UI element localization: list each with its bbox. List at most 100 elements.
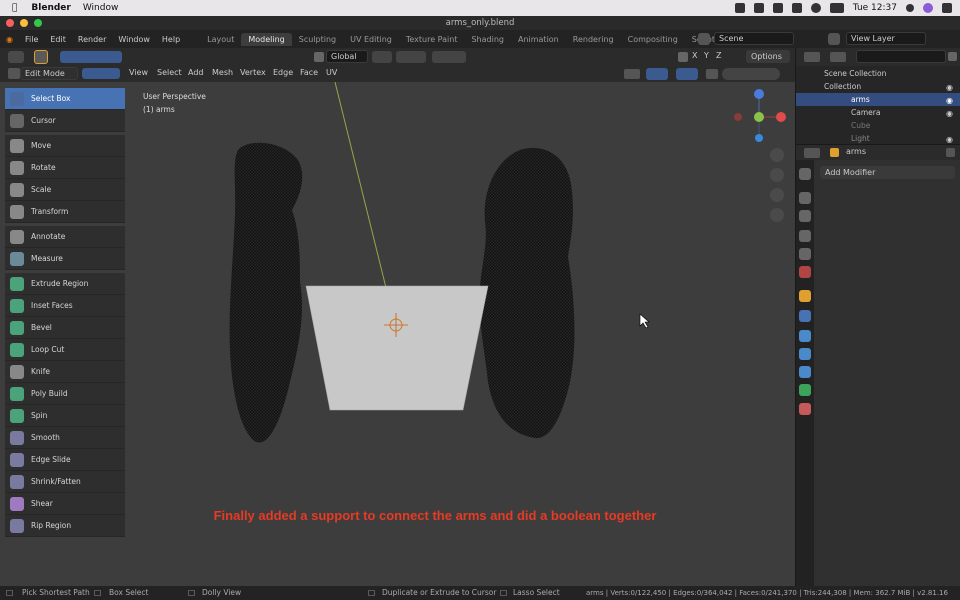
mesh-select-mode-icon[interactable] <box>82 68 120 79</box>
menu-file[interactable]: File <box>19 35 44 44</box>
constraints-tab-icon[interactable] <box>799 366 811 378</box>
transform-orientation-select[interactable]: Global <box>326 50 368 63</box>
visibility-eye-icon[interactable]: ◉ <box>946 96 953 105</box>
mode-icon[interactable] <box>8 68 20 79</box>
pin-icon[interactable] <box>946 148 955 157</box>
output-tab-icon[interactable] <box>799 210 811 222</box>
siri-icon[interactable] <box>923 3 933 13</box>
outliner-row[interactable]: arms <box>796 93 960 106</box>
snap-icon[interactable] <box>396 51 426 63</box>
status-icon-2[interactable] <box>753 3 764 13</box>
clock[interactable]: Tue 12:37 <box>853 3 897 13</box>
tool-tab-icon[interactable] <box>799 168 811 180</box>
zoom-window-icon[interactable] <box>34 19 42 27</box>
tab-sculpting[interactable]: Sculpting <box>292 33 343 46</box>
outliner-search-input[interactable] <box>856 50 946 63</box>
visibility-eye-icon[interactable]: ◉ <box>946 109 953 118</box>
menu-uv[interactable]: UV <box>326 68 337 77</box>
tool-scale[interactable]: Scale <box>5 179 125 201</box>
outliner-type-icon[interactable] <box>804 52 820 62</box>
scene-field[interactable]: Scene <box>714 32 794 45</box>
blender-logo-icon[interactable]: ◉ <box>0 35 19 44</box>
tool-move[interactable]: Move <box>5 135 125 157</box>
object-tab-icon[interactable] <box>799 290 811 302</box>
xray-icon[interactable] <box>706 69 718 79</box>
tool-inset-faces[interactable]: Inset Faces <box>5 295 125 317</box>
modifier-tab-icon[interactable] <box>799 310 811 322</box>
orientation-icon[interactable] <box>314 52 324 62</box>
gizmo-toggle-icon[interactable] <box>646 68 668 80</box>
tool-select-box[interactable]: Select Box <box>5 88 125 110</box>
zoom-icon[interactable] <box>770 148 784 162</box>
properties-type-icon[interactable] <box>804 148 820 158</box>
pivot-point-icon[interactable] <box>372 51 392 63</box>
ortho-grid-icon[interactable] <box>770 208 784 222</box>
mode-select[interactable]: Edit Mode <box>20 67 78 80</box>
outliner-row[interactable]: Collection <box>796 80 960 93</box>
tool-knife[interactable]: Knife <box>5 361 125 383</box>
tab-compositing[interactable]: Compositing <box>621 33 685 46</box>
particles-tab-icon[interactable] <box>799 330 811 342</box>
menu-help[interactable]: Help <box>156 35 186 44</box>
tool-shrink-fatten[interactable]: Shrink/Fatten <box>5 471 125 493</box>
menu-select[interactable]: Select <box>157 68 182 77</box>
tool-transform[interactable]: Transform <box>5 201 125 223</box>
render-tab-icon[interactable] <box>799 192 811 204</box>
outliner-row[interactable]: Camera <box>796 106 960 119</box>
battery-icon[interactable] <box>829 3 844 13</box>
menu-vertex[interactable]: Vertex <box>240 68 266 77</box>
tool-annotate[interactable]: Annotate <box>5 226 125 248</box>
options-button[interactable]: Options <box>746 50 790 63</box>
tool-loop-cut[interactable]: Loop Cut <box>5 339 125 361</box>
wifi-icon[interactable] <box>810 3 821 13</box>
tool-smooth[interactable]: Smooth <box>5 427 125 449</box>
scene-collection-row[interactable]: Scene Collection <box>796 67 960 80</box>
tab-modeling[interactable]: Modeling <box>241 32 292 46</box>
tool-cursor[interactable]: Cursor <box>5 110 125 132</box>
status-icon-3[interactable] <box>772 3 783 13</box>
add-modifier-dropdown[interactable]: Add Modifier <box>820 166 955 179</box>
minimize-window-icon[interactable] <box>20 19 28 27</box>
tab-uv-editing[interactable]: UV Editing <box>343 33 399 46</box>
tab-layout[interactable]: Layout <box>200 33 241 46</box>
tab-texture-paint[interactable]: Texture Paint <box>399 33 465 46</box>
select-mode-buttons[interactable] <box>60 51 122 63</box>
tool-measure[interactable]: Measure <box>5 248 125 270</box>
close-window-icon[interactable] <box>6 19 14 27</box>
editor-type-icon[interactable] <box>8 51 24 63</box>
status-icon-4[interactable] <box>791 3 802 13</box>
view-layer-tab-icon[interactable] <box>799 230 811 242</box>
mac-window-menu[interactable]: Window <box>83 3 119 13</box>
shading-mode-icons[interactable] <box>722 68 780 80</box>
tool-poly-build[interactable]: Poly Build <box>5 383 125 405</box>
menu-edit[interactable]: Edit <box>44 35 72 44</box>
outliner-row[interactable]: Cube <box>796 119 960 132</box>
status-icon-1[interactable] <box>734 3 745 13</box>
app-menu[interactable]: Blender <box>31 3 70 13</box>
physics-tab-icon[interactable] <box>799 348 811 360</box>
world-tab-icon[interactable] <box>799 266 811 278</box>
3d-viewport[interactable]: User Perspective (1) arms Select Box Curs… <box>0 82 795 586</box>
tool-extrude-region[interactable]: Extrude Region <box>5 273 125 295</box>
camera-view-icon[interactable] <box>770 188 784 202</box>
proportional-edit-icon[interactable] <box>432 51 466 63</box>
pan-hand-icon[interactable] <box>770 168 784 182</box>
tab-animation[interactable]: Animation <box>511 33 566 46</box>
visibility-eye-icon[interactable]: ◉ <box>946 135 953 144</box>
apple-icon[interactable]:  <box>12 3 17 13</box>
menu-render[interactable]: Render <box>72 35 112 44</box>
data-tab-icon[interactable] <box>799 384 811 396</box>
scene-tab-icon[interactable] <box>799 248 811 260</box>
tab-rendering[interactable]: Rendering <box>566 33 621 46</box>
tool-rotate[interactable]: Rotate <box>5 157 125 179</box>
menu-add[interactable]: Add <box>188 68 204 77</box>
material-tab-icon[interactable] <box>799 403 811 415</box>
axis-x[interactable]: X <box>692 51 697 60</box>
tool-spin[interactable]: Spin <box>5 405 125 427</box>
tool-bevel[interactable]: Bevel <box>5 317 125 339</box>
filter-icon[interactable] <box>948 52 957 61</box>
control-center-icon[interactable] <box>942 3 952 13</box>
display-mode-icon[interactable] <box>830 52 846 62</box>
visibility-icon[interactable] <box>624 69 640 79</box>
menu-edge[interactable]: Edge <box>273 68 293 77</box>
